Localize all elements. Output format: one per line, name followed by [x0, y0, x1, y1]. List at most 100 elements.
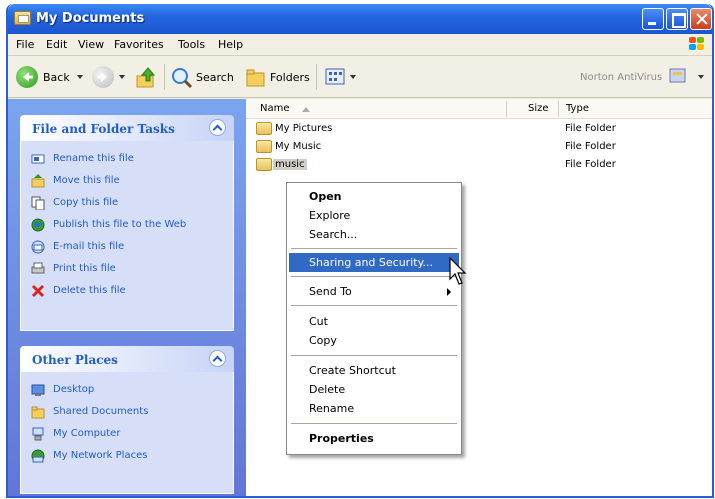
forward-arrow-icon[interactable]	[92, 66, 114, 88]
menu-item-open[interactable]: Open	[289, 187, 459, 206]
panel-title: Other Places	[32, 353, 118, 367]
views-dropdown-icon[interactable]	[350, 75, 356, 79]
menu-item-label: Cut	[309, 315, 328, 328]
globe-icon	[31, 218, 45, 232]
menu-item-properties[interactable]: Properties	[289, 429, 459, 448]
column-size[interactable]: Size	[528, 103, 549, 114]
task-label: E-mail this file	[53, 241, 125, 252]
file-name: music	[273, 159, 307, 170]
menu-separator	[291, 305, 457, 306]
place-my-computer[interactable]: My Computer	[21, 424, 233, 446]
menu-separator	[291, 423, 457, 424]
file-name: My Music	[275, 141, 322, 152]
task-label: Copy this file	[53, 197, 119, 208]
place-desktop[interactable]: Desktop	[21, 380, 233, 402]
file-row-selected[interactable]: music File Folder	[246, 156, 712, 174]
menu-item-cut[interactable]: Cut	[289, 312, 459, 331]
task-email[interactable]: E-mail this file	[21, 237, 233, 259]
column-header: Name Size Type	[246, 99, 712, 119]
menu-item-label: Explore	[309, 209, 351, 222]
task-publish[interactable]: Publish this file to the Web	[21, 215, 233, 237]
menu-bar: File Edit View Favorites Tools Help	[8, 34, 712, 56]
task-label: Print this file	[53, 263, 116, 274]
task-label: Rename this file	[53, 153, 134, 164]
network-icon	[31, 449, 45, 463]
maximize-button[interactable]	[666, 8, 688, 30]
menu-item-label: Open	[309, 190, 342, 203]
panel-header[interactable]: Other Places	[20, 346, 234, 372]
collapse-chevron-icon[interactable]	[209, 350, 226, 367]
menu-item-label: Send To	[309, 285, 352, 298]
desktop-icon	[31, 384, 45, 396]
task-rename[interactable]: Rename this file	[21, 149, 233, 171]
menu-separator	[291, 248, 457, 249]
menu-item-send-to[interactable]: Send To	[289, 282, 459, 301]
move-icon	[31, 174, 45, 188]
menu-separator	[291, 276, 457, 277]
column-name[interactable]: Name	[260, 103, 290, 114]
menu-item-rename[interactable]: Rename	[289, 399, 459, 418]
folder-icon	[256, 140, 272, 153]
task-label: Move this file	[53, 175, 120, 186]
menu-item-copy[interactable]: Copy	[289, 331, 459, 350]
norton-dropdown-icon[interactable]	[698, 75, 704, 79]
context-menu: Open Explore Search... Sharing and Secur…	[286, 182, 462, 455]
place-label: Shared Documents	[53, 406, 149, 417]
task-move[interactable]: Move this file	[21, 171, 233, 193]
back-button-label[interactable]: Back	[43, 71, 70, 84]
toolbar-separator	[164, 64, 165, 90]
folder-icon	[31, 406, 45, 419]
close-button[interactable]	[690, 8, 712, 30]
search-button-label[interactable]: Search	[196, 71, 234, 84]
menu-item-create-shortcut[interactable]: Create Shortcut	[289, 361, 459, 380]
menu-edit[interactable]: Edit	[46, 38, 67, 51]
my-documents-icon	[14, 11, 31, 25]
norton-icon[interactable]	[668, 66, 690, 88]
back-arrow-icon[interactable]	[16, 66, 38, 88]
task-print[interactable]: Print this file	[21, 259, 233, 281]
column-divider[interactable]	[558, 101, 559, 117]
column-divider[interactable]	[506, 101, 507, 117]
column-type[interactable]: Type	[566, 103, 589, 114]
file-folder-tasks-panel: File and Folder Tasks Rename this file M…	[20, 115, 234, 331]
up-folder-icon[interactable]	[134, 66, 156, 88]
menu-item-search[interactable]: Search...	[289, 225, 459, 244]
menu-item-delete[interactable]: Delete	[289, 380, 459, 399]
search-icon[interactable]	[170, 66, 193, 89]
menu-tools[interactable]: Tools	[178, 38, 205, 51]
minimize-button[interactable]	[642, 8, 664, 30]
panel-header[interactable]: File and Folder Tasks	[20, 115, 234, 141]
mouse-pointer-icon	[449, 257, 467, 285]
place-network[interactable]: My Network Places	[21, 446, 233, 468]
views-icon[interactable]	[324, 66, 346, 88]
norton-antivirus-label: Norton AntiVirus	[580, 72, 663, 83]
collapse-chevron-icon[interactable]	[209, 119, 226, 136]
folder-icon	[256, 122, 272, 135]
file-row[interactable]: My Pictures File Folder	[246, 120, 712, 138]
toolbar-separator	[316, 64, 317, 90]
menu-file[interactable]: File	[16, 38, 34, 51]
menu-help[interactable]: Help	[218, 38, 243, 51]
panel-body: Rename this file Move this file Copy thi…	[20, 141, 234, 331]
menu-item-sharing-security[interactable]: Sharing and Security...	[289, 253, 459, 272]
folders-icon[interactable]	[244, 66, 266, 88]
file-type: File Folder	[565, 123, 616, 134]
other-places-panel: Other Places Desktop Shared Documents My	[20, 346, 234, 494]
menu-view[interactable]: View	[78, 38, 104, 51]
menu-item-label: Copy	[309, 334, 337, 347]
folders-button-label[interactable]: Folders	[270, 71, 310, 84]
delete-icon	[31, 284, 45, 298]
menu-favorites[interactable]: Favorites	[114, 38, 164, 51]
folder-icon	[256, 158, 272, 171]
menu-item-label: Properties	[309, 432, 374, 445]
menu-item-label: Search...	[309, 228, 358, 241]
task-delete[interactable]: Delete this file	[21, 281, 233, 303]
menu-item-explore[interactable]: Explore	[289, 206, 459, 225]
back-dropdown-icon[interactable]	[77, 75, 83, 79]
place-shared-documents[interactable]: Shared Documents	[21, 402, 233, 424]
task-copy[interactable]: Copy this file	[21, 193, 233, 215]
forward-dropdown-icon[interactable]	[119, 75, 125, 79]
window-title: My Documents	[36, 11, 145, 26]
file-row[interactable]: My Music File Folder	[246, 138, 712, 156]
title-bar[interactable]: My Documents	[8, 4, 712, 34]
